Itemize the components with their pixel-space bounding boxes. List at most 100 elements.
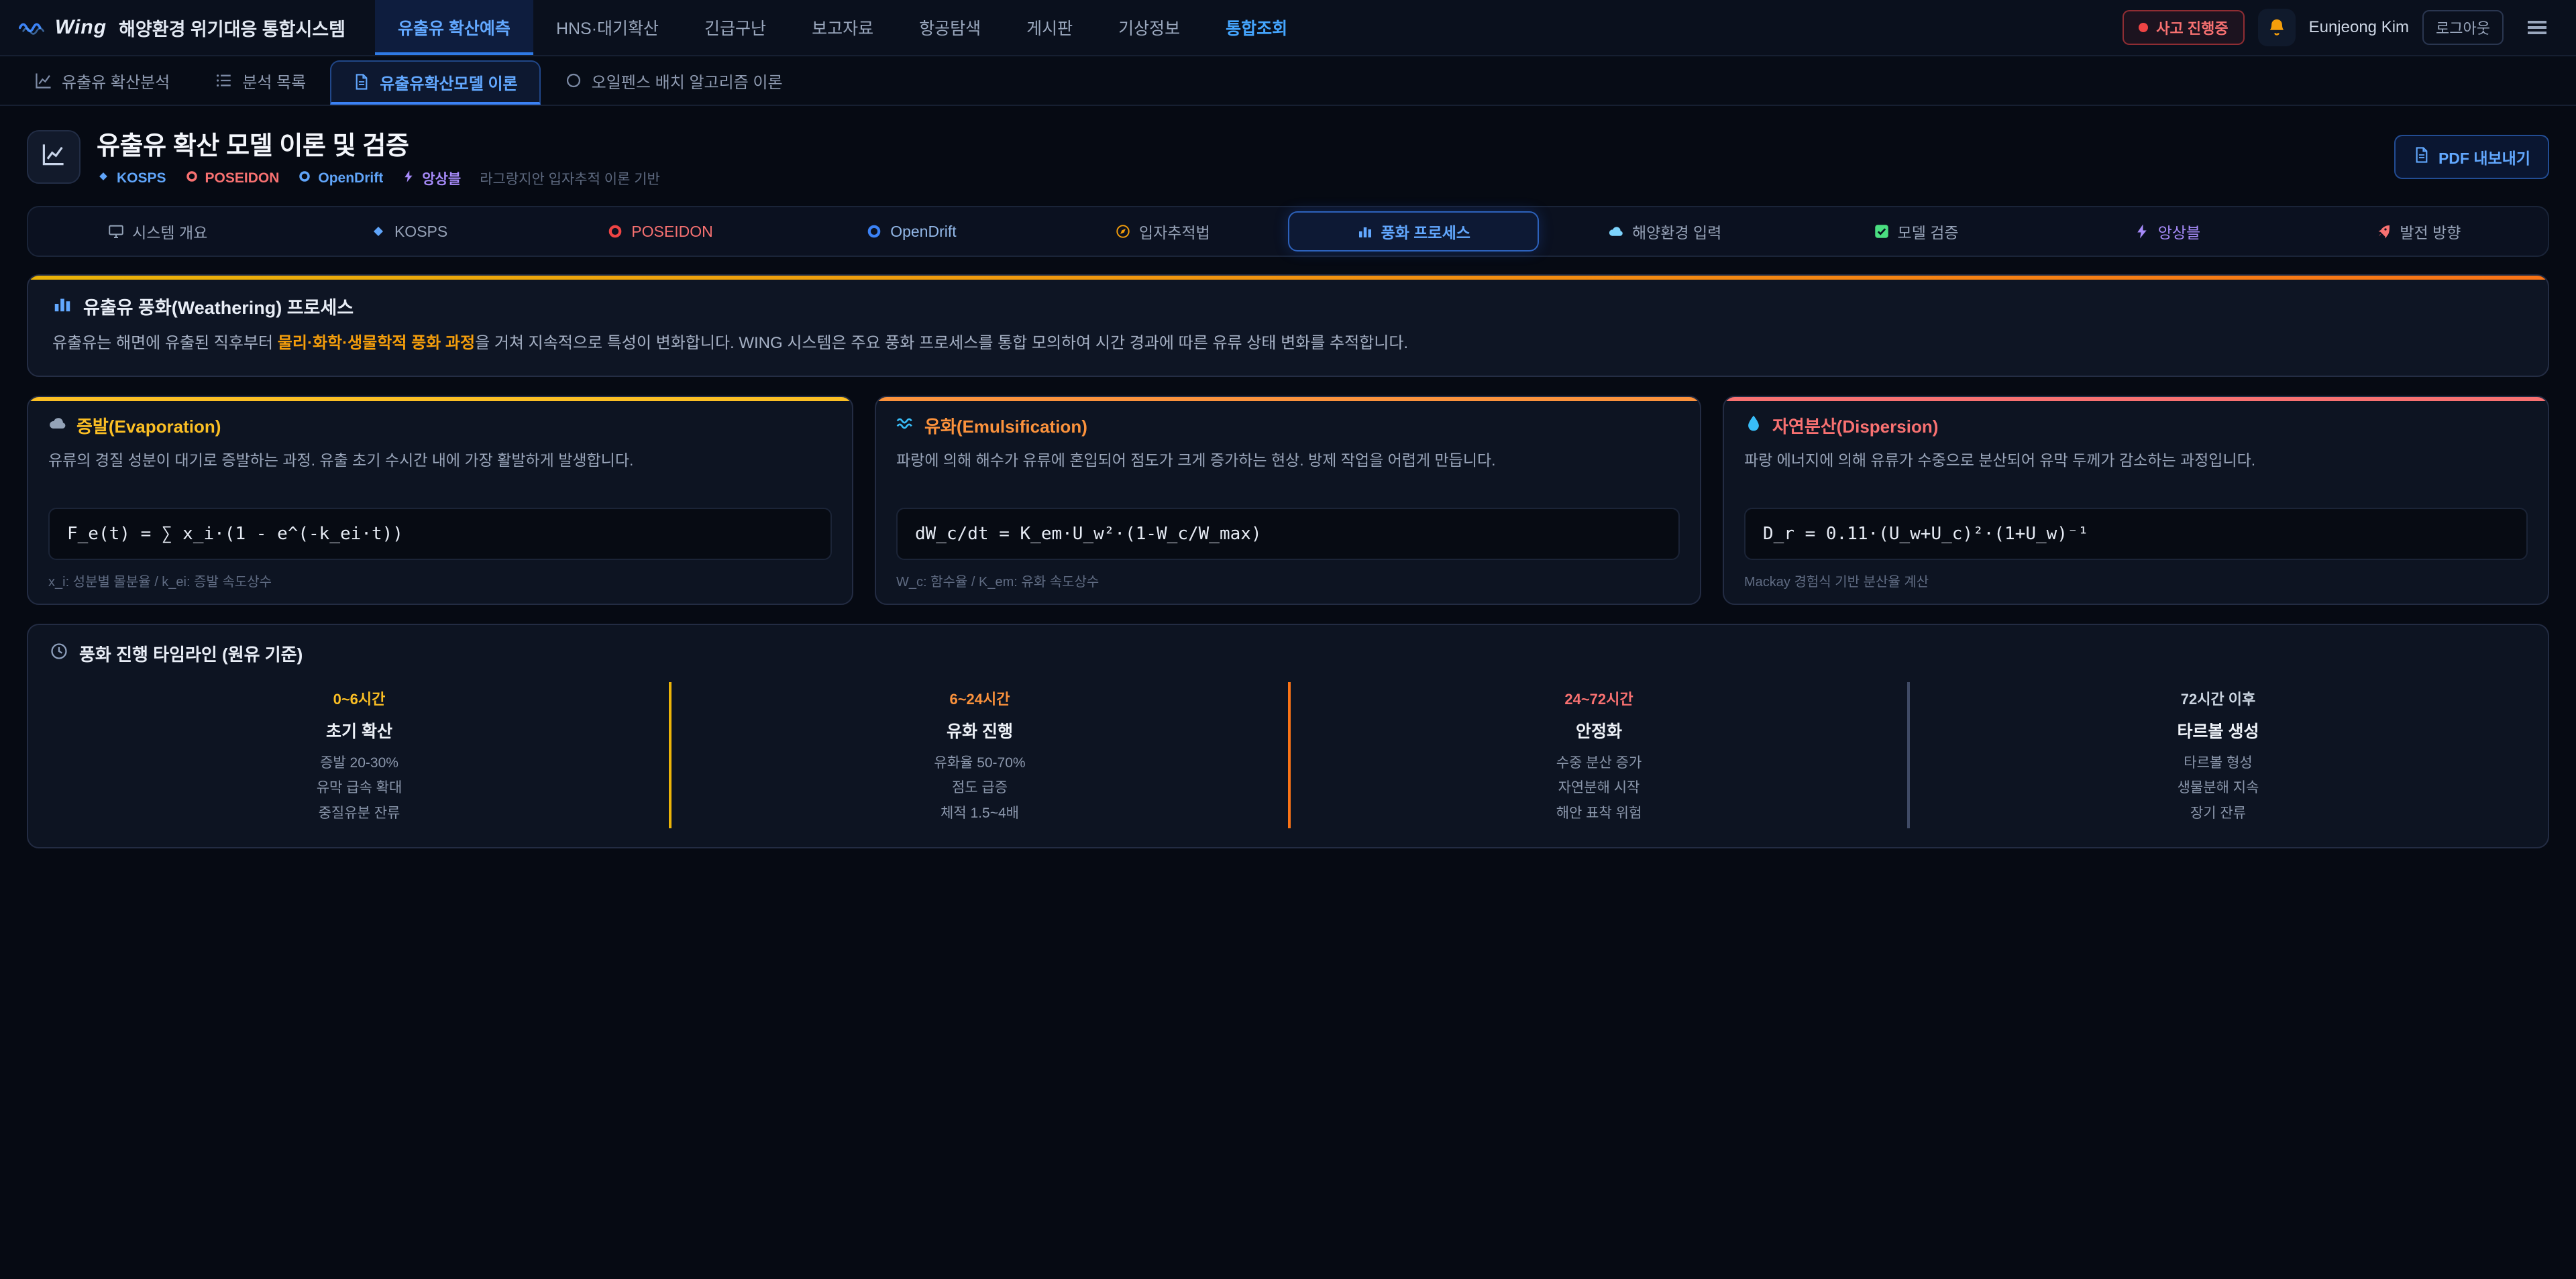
- timeline-stages: 0~6시간 초기 확산 증발 20-30%유막 급속 확대중질유분 잔류 6~2…: [50, 682, 2526, 828]
- sub-tab-1[interactable]: 분석 목록: [194, 56, 327, 105]
- pdf-document-icon: [2413, 146, 2430, 168]
- timeline-stage-items: 타르볼 형성생물분해 지속장기 잔류: [1923, 750, 2513, 826]
- weathering-desc-after: 을 거쳐 지속적으로 특성이 변화합니다. WING 시스템은 주요 풍화 프로…: [475, 334, 1408, 352]
- page-icon-box: [27, 130, 80, 184]
- ring-icon: [298, 170, 311, 187]
- check-icon: [1874, 223, 1890, 239]
- process-card-title-text: 자연분산(Dispersion): [1772, 413, 1938, 438]
- section-tab-label: 앙상블: [2158, 220, 2200, 243]
- process-card-description: 유류의 경질 성분이 대기로 증발하는 과정. 유출 초기 수시간 내에 가장 …: [48, 449, 832, 497]
- model-badge-0: KOSPS: [97, 170, 166, 187]
- nav-item-6[interactable]: 기상정보: [1095, 0, 1203, 55]
- incident-badge-label: 사고 진행중: [2156, 17, 2228, 38]
- weathering-panel: 유출유 풍화(Weathering) 프로세스 유출유는 해면에 유출된 직후부…: [27, 274, 2549, 377]
- ring-icon: [866, 223, 882, 239]
- section-tab-3[interactable]: OpenDrift: [786, 211, 1036, 252]
- weathering-panel-title: 유출유 풍화(Weathering) 프로세스: [52, 293, 2524, 319]
- process-card-title: 증발(Evaporation): [48, 413, 832, 438]
- brand[interactable]: Wing 해양환경 위기대응 통합시스템: [19, 15, 345, 41]
- incident-status-badge[interactable]: 사고 진행중: [2123, 10, 2244, 45]
- cloud-icon: [1608, 223, 1624, 239]
- section-tab-2[interactable]: POSEIDON: [535, 211, 786, 252]
- model-badge-2: OpenDrift: [298, 170, 383, 187]
- sub-tab-label: 분석 목록: [242, 69, 306, 93]
- section-tab-label: 풍화 프로세스: [1381, 220, 1470, 243]
- hamburger-menu-button[interactable]: [2517, 9, 2557, 46]
- timeline-stage-name: 초기 확산: [63, 718, 655, 742]
- model-badge-label: KOSPS: [117, 170, 166, 186]
- model-badge-1: POSEIDON: [185, 170, 280, 187]
- section-tab-label: OpenDrift: [890, 223, 956, 241]
- sub-tabbar: 유출유 확산분석 분석 목록 유출유확산모델 이론 오일펜스 배치 알고리즘 이…: [0, 56, 2576, 106]
- timeline-stage-period: 72시간 이후: [1923, 687, 2513, 709]
- logo-text: Wing: [55, 16, 107, 39]
- main-nav: 유출유 확산예측HNS·대기확산긴급구난보고자료항공탐색게시판기상정보통합조회: [375, 0, 1310, 55]
- page-header-text: 유출유 확산 모델 이론 및 검증 KOSPS POSEIDON OpenDri…: [97, 125, 660, 188]
- nav-item-5[interactable]: 게시판: [1004, 0, 1095, 55]
- document-icon: [353, 73, 370, 91]
- section-tab-0[interactable]: 시스템 개요: [32, 211, 283, 252]
- sub-tab-2[interactable]: 유출유확산모델 이론: [330, 60, 540, 105]
- nav-item-2[interactable]: 긴급구난: [682, 0, 789, 55]
- timeline-stage-items: 증발 20-30%유막 급속 확대중질유분 잔류: [63, 750, 655, 826]
- chart-icon: [35, 72, 52, 89]
- section-tab-9[interactable]: 발전 방향: [2293, 211, 2544, 252]
- model-badge-3: 앙상블: [402, 168, 461, 188]
- timeline-stage-period: 24~72시간: [1304, 687, 1894, 709]
- nav-item-1[interactable]: HNS·대기확산: [533, 0, 682, 55]
- main-content: 유출유 확산 모델 이론 및 검증 KOSPS POSEIDON OpenDri…: [0, 106, 2576, 848]
- section-tab-label: KOSPS: [394, 223, 447, 241]
- timeline-stage-name: 유화 진행: [685, 718, 1275, 742]
- nav-item-4[interactable]: 항공탐색: [896, 0, 1004, 55]
- page-header: 유출유 확산 모델 이론 및 검증 KOSPS POSEIDON OpenDri…: [0, 106, 2576, 202]
- wave-logo-icon: [19, 15, 46, 40]
- weathering-desc-before: 유출유는 해면에 유출된 직후부터: [52, 334, 278, 352]
- sub-tab-label: 유출유 확산분석: [62, 69, 170, 93]
- list-icon: [215, 72, 233, 89]
- chart-icon: [42, 142, 66, 172]
- pdf-export-label: PDF 내보내기: [2438, 146, 2530, 168]
- weathering-description: 유출유는 해면에 유출된 직후부터 물리·화학·생물학적 풍화 과정을 거쳐 지…: [52, 331, 2524, 355]
- nav-item-0[interactable]: 유출유 확산예측: [375, 0, 533, 55]
- section-tab-5[interactable]: 풍화 프로세스: [1288, 211, 1539, 252]
- ring-icon: [185, 170, 199, 187]
- weathering-title-text: 유출유 풍화(Weathering) 프로세스: [83, 293, 354, 319]
- logout-button[interactable]: 로그아웃: [2422, 10, 2504, 45]
- user-name: Eunjeong Kim: [2309, 18, 2409, 37]
- page-title: 유출유 확산 모델 이론 및 검증: [97, 125, 660, 162]
- timeline-title: 풍화 진행 타임라인 (원유 기준): [50, 641, 2526, 666]
- app-root: Wing 해양환경 위기대응 통합시스템 유출유 확산예측HNS·대기확산긴급구…: [0, 0, 2576, 1279]
- process-card-formula: D_r = 0.11·(U_w+U_c)²·(1+U_w)⁻¹: [1744, 508, 2528, 560]
- process-card-title: 자연분산(Dispersion): [1744, 413, 2528, 438]
- nav-item-3[interactable]: 보고자료: [789, 0, 896, 55]
- timeline-stage-items: 유화율 50-70%점도 급증체적 1.5~4배: [685, 750, 1275, 826]
- cloud-icon: [48, 414, 67, 437]
- ring-icon: [607, 223, 623, 239]
- section-tab-1[interactable]: KOSPS: [283, 211, 534, 252]
- section-tab-7[interactable]: 모델 검증: [1790, 211, 2041, 252]
- timeline-stage-period: 6~24시간: [685, 687, 1275, 709]
- section-tab-8[interactable]: 앙상블: [2041, 211, 2292, 252]
- section-tab-4[interactable]: 입자추적법: [1037, 211, 1288, 252]
- page-subtitle: 라그랑지안 입자추적 이론 기반: [480, 168, 660, 188]
- bars-icon: [1357, 223, 1373, 239]
- notification-bell-button[interactable]: [2258, 9, 2296, 46]
- process-card-0: 증발(Evaporation) 유류의 경질 성분이 대기로 증발하는 과정. …: [27, 396, 853, 605]
- timeline-stage-name: 타르볼 생성: [1923, 718, 2513, 742]
- weathering-desc-highlight: 물리·화학·생물학적 풍화 과정: [278, 334, 475, 352]
- sub-tab-3[interactable]: 오일펜스 배치 알고리즘 이론: [543, 56, 804, 105]
- sub-tab-0[interactable]: 유출유 확산분석: [13, 56, 191, 105]
- timeline-stage-1: 6~24시간 유화 진행 유화율 50-70%점도 급증체적 1.5~4배: [669, 682, 1288, 828]
- pdf-export-button[interactable]: PDF 내보내기: [2394, 135, 2549, 179]
- bar-chart-icon: [52, 294, 72, 319]
- sub-tab-label: 오일펜스 배치 알고리즘 이론: [592, 69, 783, 93]
- nav-item-7[interactable]: 통합조회: [1203, 0, 1310, 55]
- model-badge-label: 앙상블: [422, 168, 461, 188]
- process-card-description: 파랑에 의해 해수가 유류에 혼입되어 점도가 크게 증가하는 현상. 방제 작…: [896, 449, 1680, 497]
- timeline-panel: 풍화 진행 타임라인 (원유 기준) 0~6시간 초기 확산 증발 20-30%…: [27, 624, 2549, 848]
- timeline-stage-0: 0~6시간 초기 확산 증발 20-30%유막 급속 확대중질유분 잔류: [50, 682, 669, 828]
- process-card-caption: Mackay 경험식 기반 분산율 계산: [1744, 571, 2528, 590]
- process-card-description: 파랑 에너지에 의해 유류가 수중으로 분산되어 유막 두께가 감소하는 과정입…: [1744, 449, 2528, 497]
- timeline-stage-period: 0~6시간: [63, 687, 655, 709]
- section-tab-6[interactable]: 해양환경 입력: [1539, 211, 1790, 252]
